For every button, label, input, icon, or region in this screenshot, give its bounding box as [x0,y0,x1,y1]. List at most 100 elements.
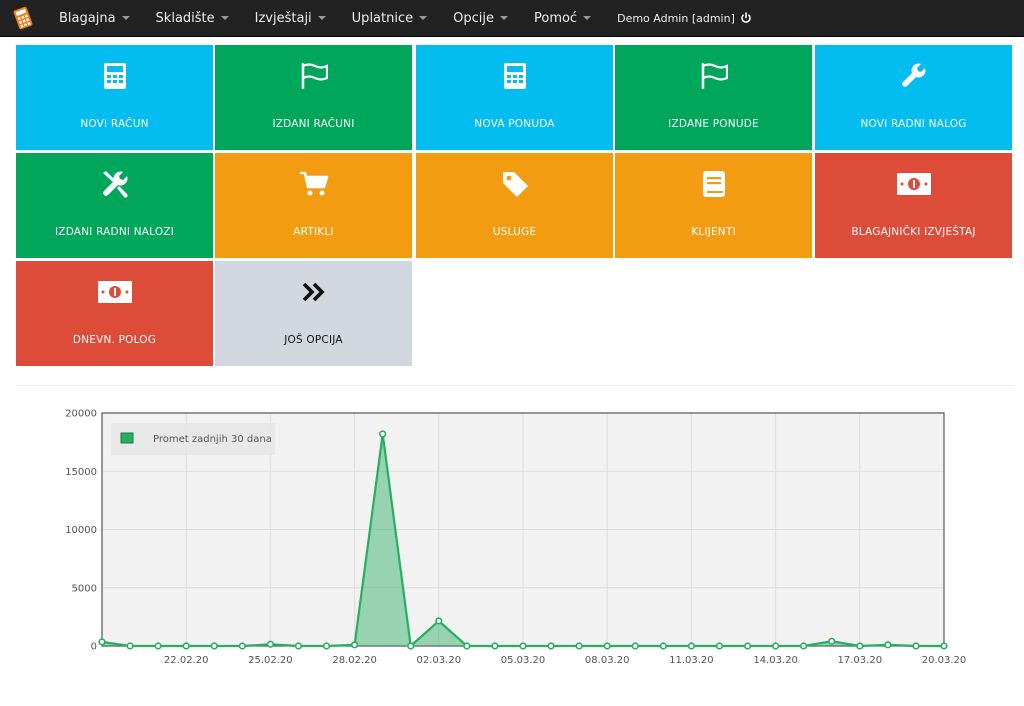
y-tick-label: 0 [91,642,97,653]
calculator-icon [503,61,526,91]
tile-novi-radni-nalog[interactable]: NOVI RADNI NALOG [815,45,1012,150]
data-point [98,638,106,646]
tile-blagajnicki-izvjestaj[interactable]: BLAGAJNIČKI IZVJEŠTAJ [815,153,1012,258]
data-point [379,430,387,438]
x-tick-label: 14.03.20 [753,655,798,666]
data-point [743,642,752,650]
tile-izdani-racuni[interactable]: IZDANI RAČUNI [215,45,412,150]
data-point [238,642,246,650]
top-navbar: Blagajna Skladište Izvještaji Uplatnice … [0,0,1024,37]
user-name: Demo Admin [admin] [617,11,735,25]
user-menu[interactable]: Demo Admin [admin] [617,0,752,37]
data-point [856,642,864,650]
data-point [407,642,415,650]
caret-down-icon [220,16,229,20]
data-point [884,641,892,649]
menu-label: Izvještaji [254,10,312,26]
y-tick-label: 15000 [65,467,97,478]
data-point [126,642,134,650]
data-point [210,642,218,650]
menu-izvjestaji[interactable]: Izvještaji [242,0,339,37]
data-point [182,642,190,650]
x-tick-label: 11.03.20 [669,655,714,666]
data-point [659,642,667,650]
tile-nova-ponuda[interactable]: NOVA PONUDA [416,45,613,150]
tile-label: IZDANI RAČUNI [272,118,355,130]
book-icon [702,169,726,199]
tile-label: NOVI RAČUN [80,118,149,130]
data-point [800,642,808,650]
data-point [575,642,583,650]
tile-artikli[interactable]: ARTIKLI [215,153,412,258]
x-tick-label: 25.02.20 [248,655,293,666]
menu-blagajna[interactable]: Blagajna [46,0,143,37]
tile-label: IZDANE PONUDE [668,118,759,130]
menu-uplatnice[interactable]: Uplatnice [339,0,440,37]
data-point [435,617,443,625]
data-point [603,642,611,650]
data-point [294,642,303,650]
tile-usluge[interactable]: USLUGE [416,153,613,258]
legend-swatch [120,432,134,444]
tools-icon [101,169,129,199]
tile-label: KLIJENTI [691,226,736,238]
caret-down-icon [317,16,326,20]
legend-label: Promet zadnjih 30 dana [153,434,272,445]
menu-pomoc[interactable]: Pomoć [521,0,604,37]
caret-down-icon [583,16,592,20]
data-point [463,642,471,650]
data-point [154,642,162,650]
data-point [687,642,696,650]
tile-jos-opcija[interactable]: JOŠ OPCIJA [215,261,412,366]
tile-izdani-radni-nalozi[interactable]: IZDANI RADNI NALOZI [16,153,213,258]
data-point [519,642,527,650]
section-divider [16,385,1014,386]
tile-label: ARTIKLI [293,226,334,238]
tile-novi-racun[interactable]: NOVI RAČUN [16,45,213,150]
tag-icon [501,169,529,199]
x-tick-label: 20.03.20 [922,655,967,666]
turnover-chart: 0 5000 10000 15000 20000 22.02.20 25.02.20 28.0… [0,400,1024,670]
caret-down-icon [419,16,428,20]
tile-label: IZDANI RADNI NALOZI [55,226,174,238]
menu-label: Pomoć [533,10,578,26]
tile-dnevni-polog[interactable]: DNEVN. POLOG [16,261,213,366]
money-icon [896,169,931,199]
data-point [631,642,639,650]
cart-icon [299,169,329,199]
power-icon[interactable] [740,12,752,24]
tile-label: DNEVN. POLOG [72,334,157,346]
caret-down-icon [121,16,130,20]
flag-icon [700,61,728,91]
data-point [547,642,555,650]
tile-label: JOŠ OPCIJA [284,334,343,346]
x-tick-label: 08.03.20 [585,655,630,666]
menu-opcije[interactable]: Opcije [440,0,521,37]
menu-skladiste[interactable]: Skladište [143,0,242,37]
data-point [828,637,836,645]
data-point [351,641,359,649]
calculator-icon [103,61,126,91]
tile-label: NOVA PONUDA [474,118,555,130]
y-tick-label: 10000 [65,525,97,536]
x-tick-label: 02.03.20 [417,655,462,666]
x-tick-label: 05.03.20 [501,655,546,666]
tile-label: USLUGE [492,226,537,238]
tile-label: NOVI RADNI NALOG [860,118,967,130]
menu-label: Uplatnice [351,10,414,26]
app-logo[interactable] [0,0,46,37]
data-point [266,640,275,648]
caret-down-icon [499,16,508,20]
tile-label: BLAGAJNIČKI IZVJEŠTAJ [851,226,976,238]
y-tick-label: 20000 [65,409,97,420]
tile-izdane-ponude[interactable]: IZDANE PONUDE [615,45,812,150]
double-chevron-right-icon [302,277,326,307]
data-point [322,642,331,650]
tile-klijenti[interactable]: KLIJENTI [615,153,812,258]
data-point [491,642,499,650]
data-point [771,642,780,650]
money-icon [97,277,132,307]
data-point [912,642,920,650]
calculator-logo-icon [13,6,33,30]
x-tick-label: 17.03.20 [838,655,883,666]
